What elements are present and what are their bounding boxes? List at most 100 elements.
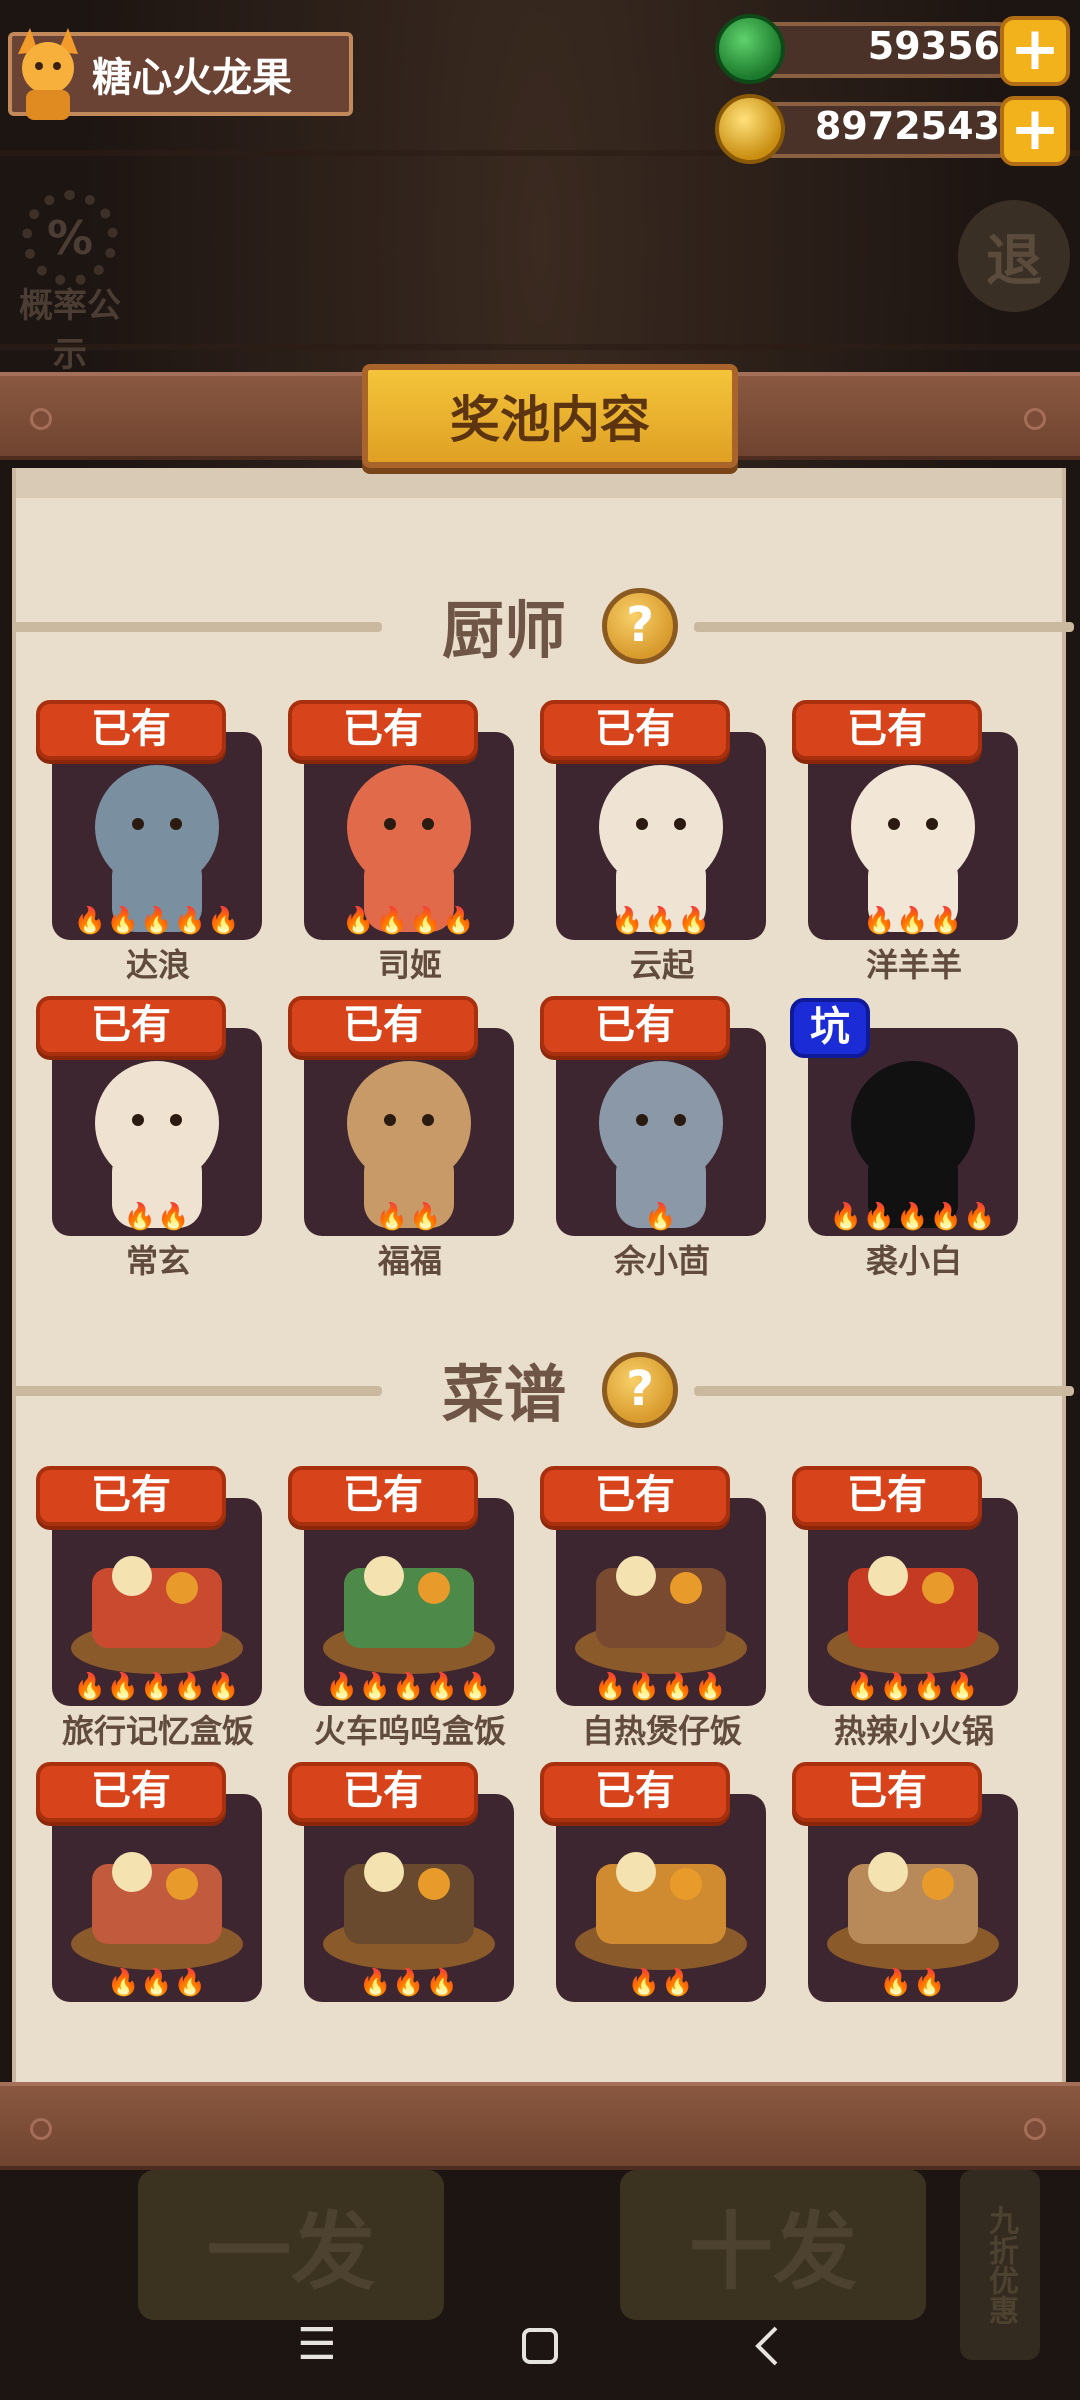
bottom-plank: [0, 2082, 1080, 2170]
chef-name: 福福: [377, 1242, 442, 1280]
probability-label: 概率公示: [19, 286, 121, 375]
recipe-portrait: 🔥🔥🔥🔥: [556, 1498, 766, 1706]
flame-rating: 🔥🔥🔥: [358, 1968, 460, 1998]
recipe-card[interactable]: 🔥🔥🔥 已有: [32, 1762, 284, 2042]
chef-name: 常玄: [125, 1242, 190, 1280]
owned-badge: 已有: [36, 1466, 226, 1526]
player-name-plate[interactable]: 糖心火龙果: [8, 28, 353, 120]
owned-badge: 已有: [792, 1762, 982, 1822]
add-coin-button[interactable]: +: [1000, 96, 1070, 166]
recipe-name: 自热煲仔饭: [581, 1712, 742, 1750]
chef-card[interactable]: 🔥🔥🔥🔥 已有 司姬: [284, 700, 536, 984]
gear-icon: %: [22, 190, 118, 286]
flame-rating: 🔥🔥: [375, 1202, 443, 1232]
owned-badge: 已有: [288, 996, 478, 1056]
recipe-card[interactable]: 🔥🔥🔥🔥🔥 已有旅行记忆盒饭: [32, 1466, 284, 1750]
chef-card[interactable]: 🔥🔥 已有福福: [284, 996, 536, 1280]
percent-symbol: %: [46, 211, 94, 265]
menu-icon[interactable]: ☰: [287, 2320, 347, 2370]
owned-badge: 已有: [288, 700, 478, 760]
owned-badge: 已有: [36, 996, 226, 1056]
chef-name: 佘小茴: [613, 1242, 710, 1280]
recipes-section-header: 菜谱 ?: [12, 1344, 1074, 1434]
chef-portrait: 🔥🔥🔥: [556, 732, 766, 940]
chef-name: 洋羊羊: [865, 946, 962, 984]
recipe-portrait: 🔥🔥🔥: [52, 1794, 262, 2002]
coin-currency: 8972543 +: [715, 94, 1070, 166]
recipe-card[interactable]: 🔥🔥🔥🔥 已有热辣小火锅: [788, 1466, 1040, 1750]
chef-name: 裘小白: [865, 1242, 962, 1280]
owned-badge: 已有: [288, 1466, 478, 1526]
recipe-portrait: 🔥🔥🔥: [304, 1794, 514, 2002]
prize-pool-title: 奖池内容: [362, 364, 738, 468]
add-jade-button[interactable]: +: [1000, 16, 1070, 86]
back-icon[interactable]: [738, 2320, 798, 2370]
chef-portrait: 🔥🔥🔥: [808, 732, 1018, 940]
flame-rating: 🔥🔥🔥🔥: [594, 1672, 728, 1702]
owned-badge: 已有: [288, 1762, 478, 1822]
chef-card[interactable]: 🔥🔥🔥 已有云起: [536, 700, 788, 984]
pit-badge: 坑: [790, 998, 870, 1058]
owned-badge: 已有: [792, 1466, 982, 1526]
flame-rating: 🔥🔥🔥🔥🔥: [73, 906, 241, 936]
chef-portrait: 🔥: [556, 1028, 766, 1236]
flame-rating: 🔥🔥🔥🔥🔥: [829, 1202, 997, 1232]
panel-shade: [16, 468, 1062, 498]
flame-rating: 🔥🔥🔥: [862, 906, 964, 936]
flame-rating: 🔥🔥: [627, 1968, 695, 1998]
chefs-section-header: 厨师 ?: [12, 580, 1074, 670]
probability-button[interactable]: % 概率公示: [10, 190, 130, 375]
exit-button[interactable]: 退: [958, 200, 1070, 312]
chef-card[interactable]: 🔥🔥🔥 已有洋羊羊: [788, 700, 1040, 984]
recipe-card[interactable]: 🔥🔥 已有: [788, 1762, 1040, 2042]
background-rails: [0, 150, 1080, 350]
chef-card[interactable]: 🔥 已有 佘小茴: [536, 996, 788, 1280]
nail-icon: [1024, 2118, 1046, 2140]
divider-line: [12, 1386, 382, 1396]
recipe-card[interactable]: 🔥🔥🔥🔥 已有 自热煲仔饭: [536, 1466, 788, 1750]
chef-name: 云起: [629, 946, 694, 984]
fox-avatar-icon: [18, 28, 78, 120]
nail-icon: [1024, 408, 1046, 430]
recipe-portrait: 🔥🔥🔥🔥🔥: [52, 1498, 262, 1706]
recipe-name: 热辣小火锅: [833, 1712, 994, 1750]
recipe-name: 火车呜呜盒饭: [313, 1712, 506, 1750]
chef-portrait: 🔥🔥🔥🔥🔥: [52, 732, 262, 940]
nail-icon: [30, 408, 52, 430]
chefs-help-icon[interactable]: ?: [602, 588, 678, 664]
owned-badge: 已有: [540, 1762, 730, 1822]
owned-badge: 已有: [36, 700, 226, 760]
flame-rating: 🔥🔥: [879, 1968, 947, 1998]
chef-card[interactable]: 🔥🔥🔥🔥🔥 已有 达浪: [32, 700, 284, 984]
coin-icon: [715, 94, 785, 164]
recipe-card[interactable]: 🔥🔥🔥 已有: [284, 1762, 536, 2042]
chef-portrait: 🔥🔥🔥🔥🔥: [808, 1028, 1018, 1236]
divider-line: [694, 622, 1074, 632]
divider-line: [694, 1386, 1074, 1396]
recipe-portrait: 🔥🔥: [808, 1794, 1018, 2002]
flame-rating: 🔥🔥🔥: [610, 906, 712, 936]
system-nav-bar: ☰: [0, 2290, 1080, 2400]
chef-card[interactable]: 🔥🔥 已有 常玄: [32, 996, 284, 1280]
chef-portrait: 🔥🔥🔥🔥: [304, 732, 514, 940]
recipes-label: 菜谱: [442, 1358, 567, 1431]
flame-rating: 🔥🔥🔥🔥: [342, 906, 476, 936]
recipe-card[interactable]: 🔥🔥 已有: [536, 1762, 788, 2042]
recipes-help-icon[interactable]: ?: [602, 1352, 678, 1428]
owned-badge: 已有: [792, 700, 982, 760]
recipe-name: 旅行记忆盒饭: [61, 1712, 254, 1750]
nail-icon: [30, 2118, 52, 2140]
flame-rating: 🔥🔥🔥🔥: [846, 1672, 980, 1702]
jade-currency: 59356 +: [715, 14, 1070, 86]
flame-rating: 🔥🔥🔥🔥🔥: [73, 1672, 241, 1702]
player-name: 糖心火龙果: [92, 55, 292, 101]
home-icon[interactable]: [510, 2320, 570, 2370]
chef-card[interactable]: 🔥🔥🔥🔥🔥 坑裘小白: [788, 996, 1040, 1280]
title-text: 奖池内容: [450, 391, 650, 449]
recipe-card[interactable]: 🔥🔥🔥🔥🔥 已有火车呜呜盒饭: [284, 1466, 536, 1750]
chef-portrait: 🔥🔥: [304, 1028, 514, 1236]
jade-value: 59356: [867, 24, 1000, 68]
recipe-portrait: 🔥🔥🔥🔥🔥: [304, 1498, 514, 1706]
owned-badge: 已有: [540, 700, 730, 760]
flame-rating: 🔥🔥🔥🔥🔥: [325, 1672, 493, 1702]
